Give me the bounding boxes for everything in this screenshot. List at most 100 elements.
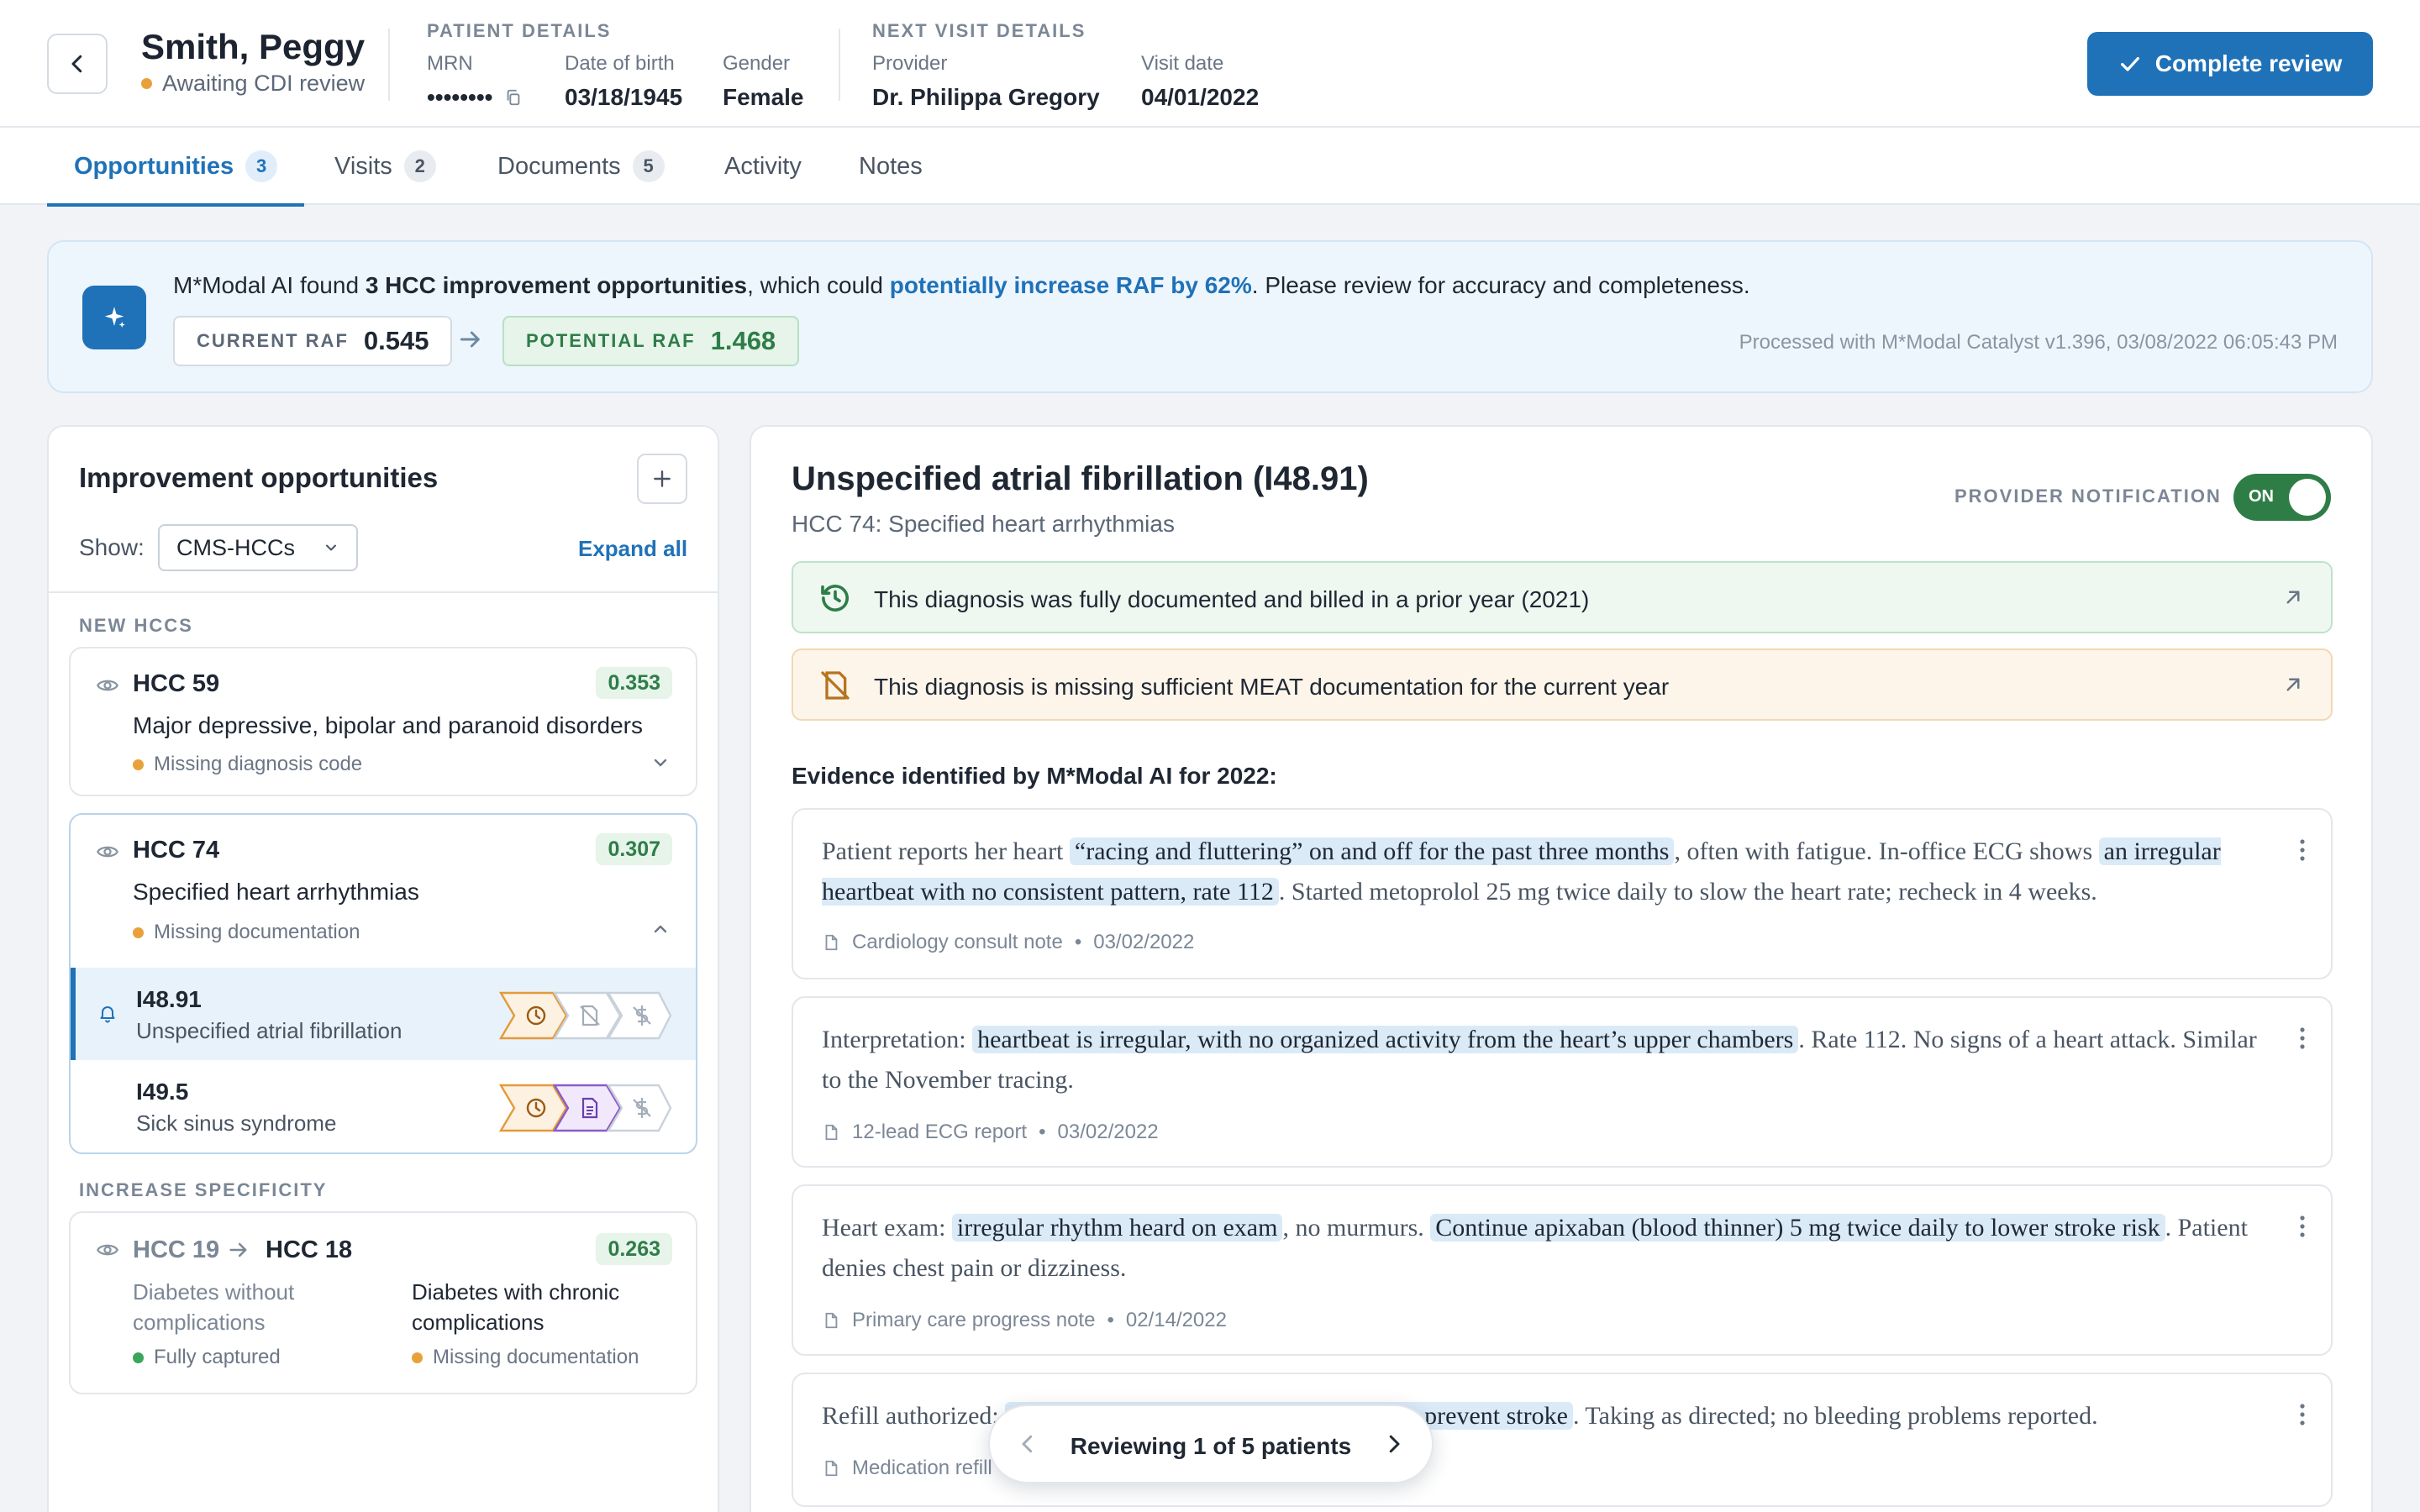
hcc-status-text: Fully captured: [154, 1346, 281, 1368]
current-raf-value: 0.545: [363, 326, 429, 355]
tab-documents[interactable]: Documents 5: [497, 128, 665, 205]
diagnosis-code-row[interactable]: I48.91 Unspecified atrial fibrillation: [71, 968, 696, 1060]
evidence-source[interactable]: Medication refill: [822, 1457, 992, 1480]
eye-icon[interactable]: [96, 674, 119, 697]
diagnosis-code: I48.91: [136, 986, 202, 1012]
evidence-source-name: 12-lead ECG report: [852, 1121, 1028, 1143]
chevron-right-icon[interactable]: [1381, 1431, 1407, 1457]
complete-review-button[interactable]: Complete review: [2087, 32, 2373, 96]
hcc-status-text: Missing diagnosis code: [154, 753, 363, 775]
provider-notification-toggle[interactable]: ON: [2233, 474, 2331, 521]
diagnosis-subtitle: HCC 74: Specified heart arrhythmias: [792, 511, 1175, 537]
patient-name: Smith, Peggy: [141, 27, 366, 66]
status-dot: [133, 1352, 144, 1363]
chevron-left-icon: [65, 51, 90, 76]
gender-field: Gender Female: [723, 52, 804, 111]
evidence-source[interactable]: 12-lead ECG report • 03/02/2022: [822, 1121, 1159, 1144]
mrn-label: MRN: [427, 52, 473, 75]
evidence-card[interactable]: Patient reports her heart “racing and fl…: [792, 808, 2333, 979]
show-filter-select[interactable]: CMS-HCCs: [158, 524, 358, 571]
external-link-icon[interactable]: [2281, 585, 2306, 610]
chevron-down-icon[interactable]: [650, 753, 671, 773]
separator-dot: •: [1074, 931, 1082, 953]
check-icon: [2118, 52, 2142, 76]
mrn-field: MRN ••••••••: [427, 52, 523, 111]
ai-summary-banner: M*Modal AI found 3 HCC improvement oppor…: [47, 240, 2373, 393]
evidence-plain: Refill authorized:: [822, 1402, 1006, 1430]
hcc-code: HCC 74: [133, 837, 220, 864]
provider-notification-label: PROVIDER NOTIFICATION: [1954, 486, 2222, 507]
current-raf-label: CURRENT RAF: [197, 330, 349, 351]
ai-summary-text: M*Modal AI found 3 HCC improvement oppor…: [173, 272, 1750, 299]
status-dot: [133, 927, 144, 938]
evidence-highlight[interactable]: heartbeat is irregular, with no organize…: [972, 1026, 1799, 1053]
summary-raf-increase: potentially increase RAF by 62%: [889, 272, 1252, 298]
hcc-score-badge: 0.263: [596, 1233, 672, 1265]
meat-status-indicators: [499, 1084, 672, 1132]
prior-year-alert[interactable]: This diagnosis was fully documented and …: [792, 561, 2333, 633]
add-opportunity-button[interactable]: [637, 454, 687, 504]
visit-date-field: Visit date 04/01/2022: [1141, 52, 1259, 111]
new-hccs-label: NEW HCCS: [79, 615, 193, 636]
provider-value: Dr. Philippa Gregory: [872, 84, 1100, 110]
tab-notes[interactable]: Notes: [859, 128, 923, 205]
tab-visits[interactable]: Visits 2: [334, 128, 436, 205]
missing-meat-alert[interactable]: This diagnosis is missing sufficient MEA…: [792, 648, 2333, 721]
hcc-to-code: HCC 18: [266, 1236, 353, 1263]
tab-label: Visits: [334, 152, 392, 180]
potential-raf-label: POTENTIAL RAF: [526, 330, 696, 351]
diagnosis-detail-panel: Unspecified atrial fibrillation (I48.91)…: [750, 425, 2373, 1512]
tab-count-badge: 2: [403, 150, 436, 182]
more-vertical-icon[interactable]: [2299, 838, 2306, 862]
diagnosis-description: Unspecified atrial fibrillation: [136, 1018, 402, 1043]
hcc-card-74[interactable]: HCC 74 0.307 Specified heart arrhythmias…: [69, 813, 697, 1154]
expand-all-link[interactable]: Expand all: [578, 536, 687, 562]
status-dot: [412, 1352, 423, 1363]
evidence-date: 03/02/2022: [1093, 931, 1195, 953]
more-vertical-icon[interactable]: [2299, 1403, 2306, 1426]
chevron-up-icon[interactable]: [650, 919, 671, 939]
evidence-source-name: Cardiology consult note: [852, 931, 1063, 953]
more-vertical-icon[interactable]: [2299, 1215, 2306, 1238]
more-vertical-icon[interactable]: [2299, 1026, 2306, 1050]
evidence-card[interactable]: Heart exam: irregular rhythm heard on ex…: [792, 1184, 2333, 1356]
diagnosis-code-row[interactable]: I49.5 Sick sinus syndrome: [71, 1060, 696, 1152]
evidence-highlight[interactable]: Continue apixaban (blood thinner) 5 mg t…: [1430, 1214, 2165, 1242]
summary-prefix: M*Modal AI found: [173, 272, 366, 298]
status-dot: [133, 759, 144, 770]
evidence-source[interactable]: Primary care progress note • 02/14/2022: [822, 1309, 1227, 1332]
back-button[interactable]: [47, 34, 108, 94]
hcc-to-status: Missing documentation: [412, 1346, 639, 1369]
eye-icon[interactable]: [96, 840, 119, 864]
hcc-card-59[interactable]: HCC 59 0.353 Major depressive, bipolar a…: [69, 647, 697, 796]
evidence-highlight[interactable]: “racing and fluttering” on and off for t…: [1069, 837, 1675, 865]
external-link-icon[interactable]: [2281, 672, 2306, 697]
evidence-highlight[interactable]: irregular rhythm heard on exam: [951, 1214, 1283, 1242]
document-icon: [822, 1458, 840, 1478]
tab-activity[interactable]: Activity: [724, 128, 802, 205]
header-divider: [839, 29, 840, 101]
evidence-card[interactable]: Interpretation: heartbeat is irregular, …: [792, 996, 2333, 1168]
hcc-description: Specified heart arrhythmias: [133, 879, 419, 905]
toggle-state: ON: [2249, 487, 2274, 506]
meat-status-indicators: [499, 991, 672, 1040]
hcc-to-description: Diabetes with chronic complications: [412, 1279, 620, 1335]
plus-icon: [651, 468, 673, 490]
document-icon: [822, 932, 840, 953]
hcc-card-19-to-18[interactable]: HCC 19 HCC 18 0.263 Diabetes without com…: [69, 1211, 697, 1394]
separator-dot: •: [1039, 1121, 1046, 1143]
patient-status: Awaiting CDI review: [141, 71, 365, 97]
eye-icon[interactable]: [96, 1238, 119, 1262]
hcc-from-code: HCC 19: [133, 1236, 220, 1263]
pager-status: Reviewing 1 of 5 patients: [1070, 1433, 1352, 1459]
evidence-plain: Patient reports her heart: [822, 837, 1070, 865]
hcc-status-text: Missing documentation: [433, 1346, 639, 1368]
evidence-source[interactable]: Cardiology consult note • 03/02/2022: [822, 931, 1194, 954]
tab-label: Documents: [497, 152, 621, 180]
tab-opportunities[interactable]: Opportunities 3: [46, 128, 305, 207]
tab-label: Opportunities: [74, 152, 234, 180]
copy-icon[interactable]: [504, 88, 523, 107]
panel-divider: [49, 591, 718, 593]
evidence-plain: Heart exam:: [822, 1214, 952, 1242]
separator-dot: •: [1107, 1309, 1114, 1331]
